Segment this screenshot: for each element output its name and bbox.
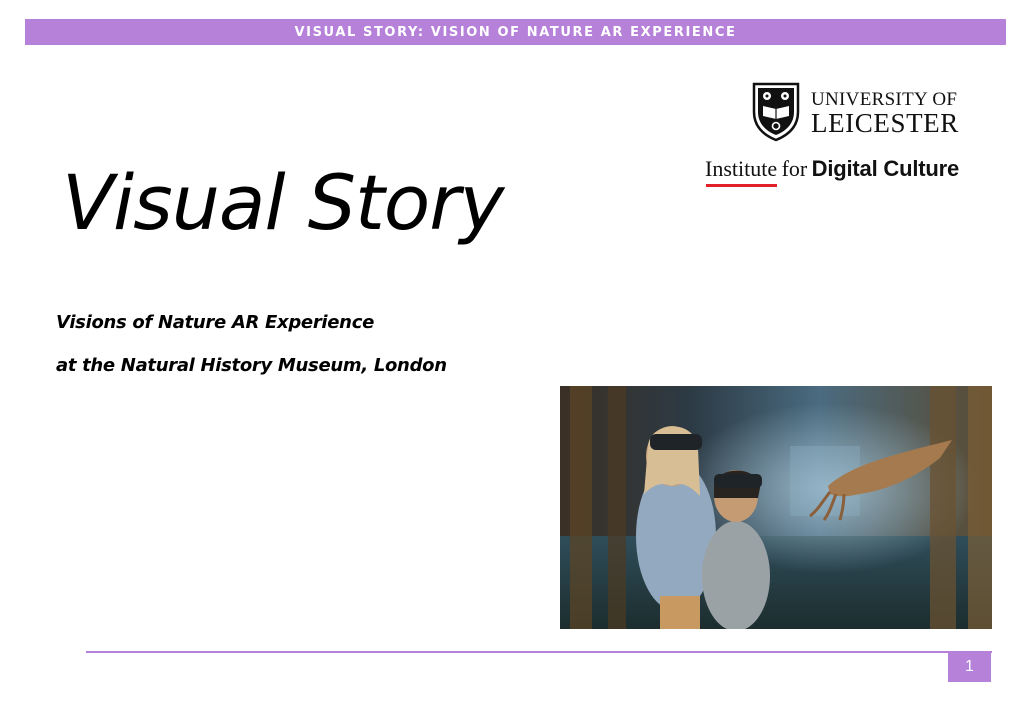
- page-number-badge: 1: [948, 652, 991, 682]
- page-number-text: 1: [965, 658, 974, 675]
- ar-experience-photo: [560, 386, 992, 629]
- university-shield-icon: [752, 82, 800, 142]
- university-line2: LEICESTER: [811, 108, 959, 138]
- university-of-leicester-logo: UNIVERSITY OF LEICESTER: [752, 82, 982, 142]
- top-banner: VISUAL STORY: VISION OF NATURE AR EXPERI…: [25, 19, 1006, 45]
- institute-underline: [706, 184, 778, 187]
- subtitle-line-1: Visions of Nature AR Experience: [56, 312, 374, 333]
- subtitle-line-2: at the Natural History Museum, London: [56, 355, 447, 376]
- institute-digital-culture-logo: Institute for Digital Culture: [705, 156, 960, 187]
- institute-word: Institute: [705, 156, 778, 187]
- institute-for-word: for: [781, 156, 808, 181]
- footer-divider: [86, 651, 992, 653]
- university-line1: UNIVERSITY OF: [811, 89, 958, 110]
- university-wordmark: UNIVERSITY OF LEICESTER: [811, 89, 959, 138]
- digital-culture-words: Digital Culture: [811, 156, 960, 181]
- page-title: Visual Story: [62, 158, 504, 247]
- banner-text: VISUAL STORY: VISION OF NATURE AR EXPERI…: [294, 24, 737, 40]
